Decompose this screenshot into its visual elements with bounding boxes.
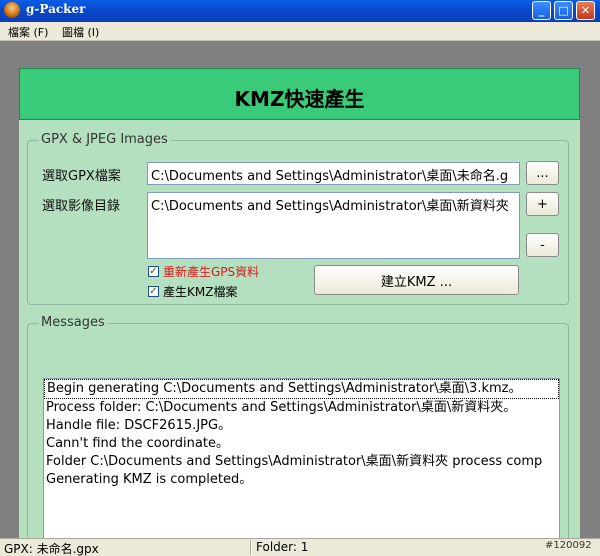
list-item[interactable]: Process folder: C:\Documents and Setting… [44, 399, 559, 417]
header-banner: KMZ快速產生 [19, 68, 580, 120]
remove-folder-button[interactable]: - [526, 233, 559, 257]
list-item[interactable]: Generating KMZ is completed。 [44, 471, 559, 489]
gpx-jpeg-group: GPX & JPEG Images 選取GPX檔案 C:\Documents a… [27, 132, 569, 305]
window-title: g-Packer [26, 2, 86, 16]
make-kmz-checkbox[interactable]: ✓ 產生KMZ檔案 [148, 283, 237, 300]
list-item[interactable]: Cann't find the coordinate。 [44, 435, 559, 453]
gpx-file-input[interactable]: C:\Documents and Settings\Administrator\… [147, 162, 520, 185]
gpx-file-label: 選取GPX檔案 [42, 169, 121, 184]
regen-gps-checkbox[interactable]: ✓ 重新產生GPS資料 [148, 263, 259, 280]
list-item[interactable]: Begin generating C:\Documents and Settin… [44, 379, 559, 399]
close-button[interactable]: ✕ [576, 1, 595, 20]
regen-gps-label: 重新產生GPS資料 [163, 265, 260, 279]
image-dir-list[interactable]: C:\Documents and Settings\Administrator\… [147, 192, 520, 259]
status-folder: Folder: 1 [256, 540, 309, 554]
app-icon [4, 2, 20, 18]
menu-image[interactable]: 圖檔 (I) [62, 24, 99, 40]
list-item[interactable]: Handle file: DSCF2615.JPG。 [44, 417, 559, 435]
maximize-button[interactable]: □ [554, 1, 573, 20]
menu-file[interactable]: 檔案 (F) [8, 24, 48, 40]
status-gpx: GPX: 未命名.gpx [4, 542, 99, 556]
main-panel: KMZ快速產生 GPX & JPEG Images 選取GPX檔案 C:\Doc… [19, 68, 580, 556]
minimize-button[interactable]: _ [532, 1, 551, 20]
messages-list[interactable]: Begin generating C:\Documents and Settin… [43, 378, 560, 542]
page-title: KMZ快速產生 [234, 87, 365, 111]
status-bar: GPX: 未命名.gpx Folder: 1 #120092 [0, 538, 600, 556]
gpx-group-legend: GPX & JPEG Images [38, 132, 171, 147]
add-folder-button[interactable]: + [526, 192, 559, 216]
menu-bar: 檔案 (F) 圖檔 (I) [0, 22, 600, 41]
image-dir-label: 選取影像目錄 [42, 199, 121, 214]
title-bar: g-Packer _ □ ✕ [0, 0, 600, 22]
client-frame: KMZ快速產生 GPX & JPEG Images 選取GPX檔案 C:\Doc… [0, 41, 600, 556]
list-item[interactable]: Folder C:\Documents and Settings\Adminis… [44, 453, 559, 471]
build-kmz-button[interactable]: 建立KMZ ... [314, 265, 519, 295]
status-extra: #120092 [545, 540, 592, 551]
browse-gpx-button[interactable]: ... [526, 161, 559, 185]
status-divider [250, 540, 252, 555]
checkbox-check-icon: ✓ [148, 266, 159, 277]
checkbox-check-icon: ✓ [148, 286, 159, 297]
make-kmz-label: 產生KMZ檔案 [163, 285, 238, 299]
messages-legend: Messages [38, 315, 108, 330]
